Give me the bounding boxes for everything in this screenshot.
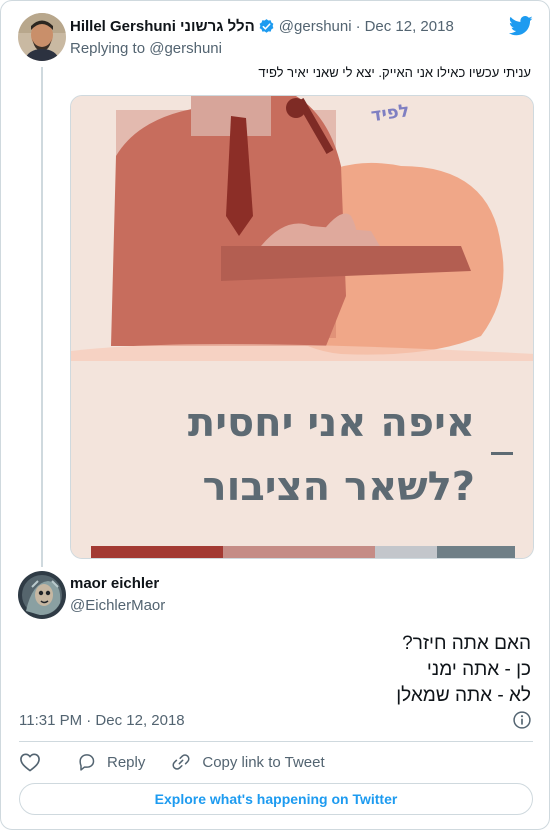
poster-headline-line1: איפה אני יחסית <box>188 400 475 446</box>
main-author-avatar[interactable] <box>18 571 66 619</box>
thread-connector-line <box>41 67 43 567</box>
parent-tweet-media[interactable]: לפיד איפה אני יחסית לשאר הציבור? <box>70 95 534 559</box>
heart-icon <box>20 753 40 772</box>
poster-photo-icon: לפיד איפה אני יחסית לשאר הציבור? <box>71 96 533 558</box>
tweet-actions-bar: Reply Copy link to Tweet <box>19 751 325 773</box>
reply-label: Reply <box>107 753 146 771</box>
poster-headline-line2: לשאר הציבור? <box>203 464 475 510</box>
reply-icon <box>79 754 95 771</box>
action-divider <box>19 741 533 742</box>
main-tweet-line: האם אתה חיזר? <box>402 633 531 654</box>
main-tweet-timestamp[interactable]: 11:31 PM · Dec 12, 2018 <box>19 712 185 729</box>
parent-author-avatar[interactable] <box>18 13 66 61</box>
copy-link-label: Copy link to Tweet <box>202 753 325 771</box>
main-author-name[interactable]: maor eichler <box>70 575 165 592</box>
replying-to-line: Replying to @gershuni <box>70 40 222 57</box>
parent-tweet-text: עניתי עכשיו כאילו אני האייק. יצא לי שאני… <box>258 65 531 80</box>
reply-button[interactable]: Reply <box>76 752 145 772</box>
twitter-bird-icon[interactable] <box>508 15 533 37</box>
parent-tweet-date[interactable]: Dec 12, 2018 <box>365 18 454 35</box>
info-icon[interactable] <box>512 710 532 730</box>
main-tweet-line: לא - אתה שמאלן <box>396 685 531 706</box>
main-tweet-header: maor eichler @EichlerMaor <box>70 575 165 614</box>
parent-tweet-header: Hillel Gershuni הלל גרשוני @gershuni · D… <box>70 16 454 36</box>
header-separator: · <box>355 17 361 35</box>
verified-badge-icon <box>258 18 275 35</box>
main-tweet-line: כן - אתה ימני <box>426 659 531 680</box>
embedded-tweet-card: Hillel Gershuni הלל גרשוני @gershuni · D… <box>0 0 550 830</box>
replying-to-handle[interactable]: @gershuni <box>149 40 222 57</box>
like-button[interactable] <box>19 752 41 772</box>
parent-author-name[interactable]: Hillel Gershuni הלל גרשוני <box>70 18 255 35</box>
parent-author-handle[interactable]: @gershuni <box>279 18 352 35</box>
link-icon <box>172 754 190 770</box>
main-author-handle[interactable]: @EichlerMaor <box>70 597 165 614</box>
copy-link-button[interactable]: Copy link to Tweet <box>171 752 325 772</box>
main-tweet-text: האם אתה חיזר? כן - אתה ימני לא - אתה שמא… <box>61 631 531 709</box>
replying-to-prefix: Replying to <box>70 40 146 57</box>
explore-twitter-button[interactable]: Explore what's happening on Twitter <box>19 783 533 815</box>
